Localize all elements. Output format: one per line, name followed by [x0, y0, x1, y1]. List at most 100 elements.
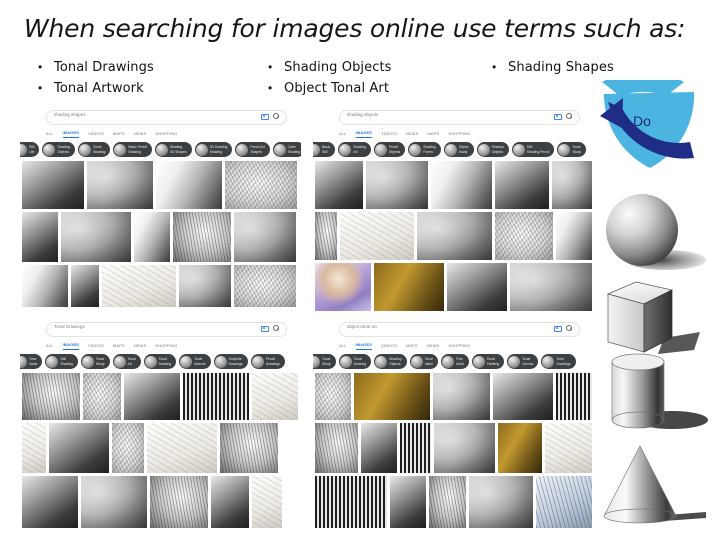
result-thumbnail[interactable]: [315, 476, 387, 528]
filter-chip[interactable]: Tonal Painting: [471, 354, 504, 369]
camera-icon[interactable]: [554, 325, 562, 333]
result-thumbnail[interactable]: [315, 423, 359, 473]
result-thumbnail[interactable]: [81, 476, 147, 528]
search-icon[interactable]: [273, 325, 280, 332]
result-thumbnail[interactable]: [179, 265, 231, 307]
filter-chip[interactable]: Pencil Objects: [373, 142, 406, 157]
result-thumbnail[interactable]: [389, 476, 426, 528]
tab-shopping[interactable]: SHOPPING: [448, 343, 470, 350]
tab-news[interactable]: NEWS: [134, 343, 146, 350]
search-icon[interactable]: [273, 113, 280, 120]
result-thumbnail[interactable]: [22, 476, 78, 528]
result-thumbnail[interactable]: [428, 476, 467, 528]
search-bar[interactable]: shading shapes: [26, 109, 295, 127]
filter-chip[interactable]: Object Study: [443, 142, 474, 157]
tab-all[interactable]: ALL: [46, 343, 54, 350]
tab-images[interactable]: IMAGES: [62, 342, 80, 350]
filter-chip[interactable]: Shading Objects: [42, 142, 75, 157]
tab-videos[interactable]: VIDEOS: [381, 343, 397, 350]
tab-shopping[interactable]: SHOPPING: [448, 131, 470, 138]
filter-chip[interactable]: Circle Shading: [77, 142, 111, 157]
filter-chip[interactable]: Tonal Artwork: [179, 354, 211, 369]
result-thumbnail[interactable]: [220, 423, 278, 473]
tab-maps[interactable]: MAPS: [427, 131, 439, 138]
filter-chip[interactable]: Tonal Art: [112, 354, 141, 369]
result-thumbnail[interactable]: [495, 212, 554, 260]
result-thumbnail[interactable]: [315, 212, 337, 260]
filter-chip[interactable]: Tonal Study: [313, 354, 336, 369]
result-thumbnail[interactable]: [495, 161, 550, 209]
filter-chip[interactable]: Shading Forms: [408, 142, 441, 157]
tab-all[interactable]: ALL: [339, 343, 347, 350]
result-thumbnail[interactable]: [134, 212, 170, 262]
search-bar[interactable]: Tonal Drawings: [26, 321, 295, 339]
result-thumbnail[interactable]: [556, 212, 592, 260]
result-thumbnail[interactable]: [252, 373, 298, 420]
result-thumbnail[interactable]: [252, 476, 282, 528]
result-thumbnail[interactable]: [22, 373, 80, 420]
camera-icon[interactable]: [261, 325, 269, 333]
tab-videos[interactable]: VIDEOS: [88, 343, 104, 350]
filter-chip[interactable]: Tonal Drawing: [143, 354, 177, 369]
result-thumbnail[interactable]: [156, 161, 222, 209]
result-thumbnail[interactable]: [315, 161, 363, 209]
filter-chip[interactable]: Still Shading: [45, 354, 78, 369]
tab-videos[interactable]: VIDEOS: [381, 131, 397, 138]
result-thumbnail[interactable]: [432, 373, 491, 420]
filter-chip[interactable]: Graphite Drawings: [213, 354, 248, 369]
result-thumbnail[interactable]: [447, 263, 507, 311]
search-icon[interactable]: [566, 113, 573, 120]
filter-chip[interactable]: Shading 3D Shapes: [154, 142, 192, 157]
camera-icon[interactable]: [554, 113, 562, 121]
filter-chip[interactable]: 3D Drawing Shading: [194, 142, 233, 157]
tab-images[interactable]: IMAGES: [62, 130, 80, 138]
result-thumbnail[interactable]: [61, 212, 131, 262]
search-icon[interactable]: [566, 325, 573, 332]
camera-icon[interactable]: [261, 113, 269, 121]
result-thumbnail[interactable]: [493, 373, 554, 420]
result-thumbnail[interactable]: [147, 423, 217, 473]
filter-chip[interactable]: Fine Artist: [440, 354, 469, 369]
result-thumbnail[interactable]: [374, 263, 444, 311]
result-thumbnail[interactable]: [183, 373, 249, 420]
tab-maps[interactable]: MAPS: [406, 343, 418, 350]
tab-maps[interactable]: MAPS: [113, 131, 125, 138]
result-thumbnail[interactable]: [22, 161, 84, 209]
result-thumbnail[interactable]: [498, 423, 542, 473]
result-thumbnail[interactable]: [469, 476, 534, 528]
filter-chip[interactable]: Basic Pencil Shading: [113, 142, 152, 157]
search-bar[interactable]: object tonal art: [319, 321, 588, 339]
tab-shopping[interactable]: SHOPPING: [155, 131, 177, 138]
result-thumbnail[interactable]: [102, 265, 176, 307]
result-thumbnail[interactable]: [83, 373, 121, 420]
filter-chip[interactable]: Tonal Value: [409, 354, 438, 369]
result-thumbnail[interactable]: [544, 423, 592, 473]
result-thumbnail[interactable]: [430, 161, 493, 209]
tab-images[interactable]: IMAGES: [355, 130, 373, 138]
result-thumbnail[interactable]: [365, 161, 428, 209]
tab-all[interactable]: ALL: [339, 131, 347, 138]
search-bar[interactable]: shading objects: [319, 109, 588, 127]
tab-maps[interactable]: MAPS: [113, 343, 125, 350]
filter-chip[interactable]: Tonal Study: [80, 354, 110, 369]
result-thumbnail[interactable]: [22, 212, 58, 262]
filter-chip[interactable]: Pencil Art Shapes: [235, 142, 270, 157]
tab-shopping[interactable]: SHOPPING: [155, 343, 177, 350]
result-thumbnail[interactable]: [112, 423, 144, 473]
result-thumbnail[interactable]: [315, 263, 371, 311]
tab-all[interactable]: ALL: [46, 131, 54, 138]
filter-chip[interactable]: Still Shading Pencil: [511, 142, 555, 157]
result-thumbnail[interactable]: [124, 373, 180, 420]
filter-chip[interactable]: Basic Still: [313, 142, 336, 157]
result-thumbnail[interactable]: [536, 476, 593, 528]
filter-chip[interactable]: Shadow Objects: [476, 142, 509, 157]
filter-chip[interactable]: Shading Art: [338, 142, 371, 157]
result-thumbnail[interactable]: [22, 423, 46, 473]
result-thumbnail[interactable]: [353, 373, 430, 420]
result-thumbnail[interactable]: [315, 373, 351, 420]
result-thumbnail[interactable]: [49, 423, 109, 473]
result-thumbnail[interactable]: [339, 212, 414, 260]
tab-videos[interactable]: VIDEOS: [88, 131, 104, 138]
result-thumbnail[interactable]: [361, 423, 397, 473]
result-thumbnail[interactable]: [234, 265, 296, 307]
